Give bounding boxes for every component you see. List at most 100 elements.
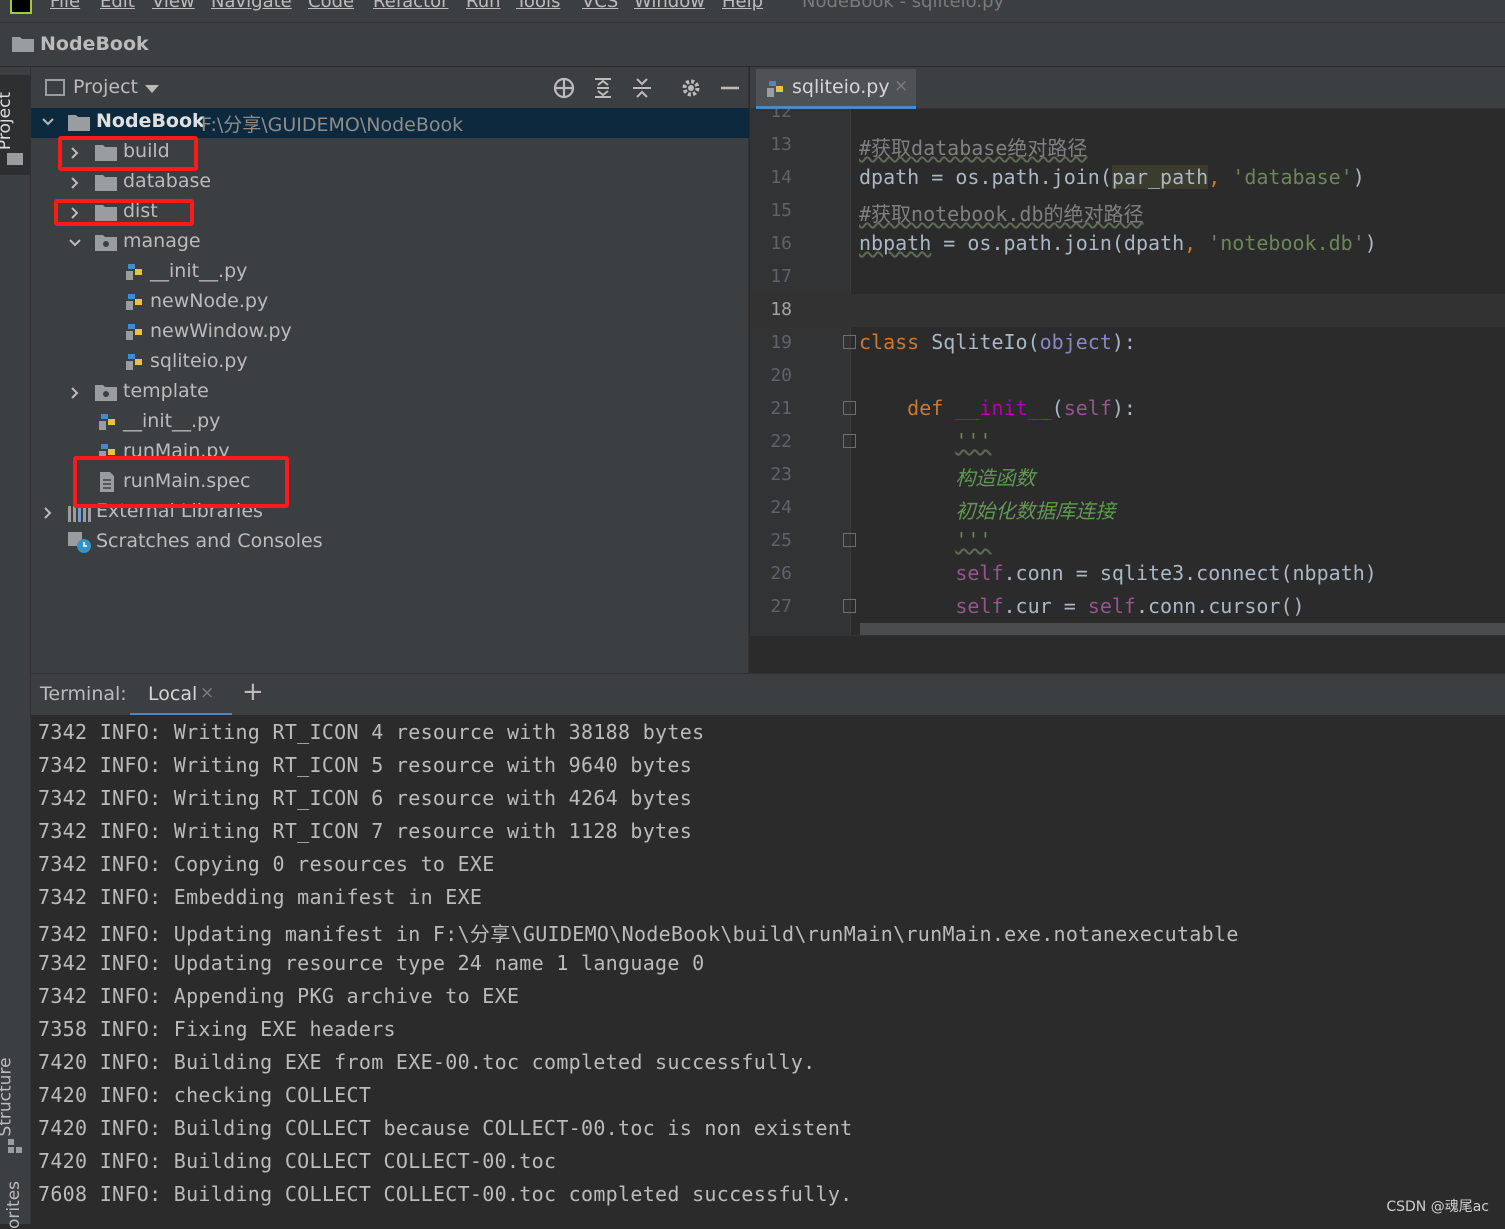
tool-window-project-tab[interactable]: Project [0,75,31,175]
annotation-box-dist [54,199,194,226]
terminal-line: 7342 INFO: Writing RT_ICON 4 resource wi… [38,720,705,744]
tree-item-manage-init[interactable]: __init__.py [31,258,749,288]
tree-item-scratches[interactable]: Scratches and Consoles [31,528,749,558]
chevron-down-icon[interactable] [41,115,55,129]
tree-item-label: database [123,170,212,192]
gear-icon[interactable] [679,76,703,100]
terminal-line: 7342 INFO: Updating manifest in F:\分享\GU… [38,922,1239,946]
package-folder-icon [95,235,117,251]
tool-window-project-label: Project [0,91,16,151]
tree-item-newnode[interactable]: newNode.py [31,288,749,318]
terminal-output[interactable]: 7342 INFO: Writing RT_ICON 4 resource wi… [31,715,1505,1224]
expand-all-icon[interactable] [591,76,615,100]
chevron-right-icon[interactable] [68,386,82,400]
collapse-all-icon[interactable] [630,76,654,100]
tree-item-label: NodeBook [96,110,205,132]
fold-marker-icon[interactable] [843,434,856,448]
pycharm-logo-icon [10,0,32,14]
fold-marker-icon[interactable] [843,599,856,613]
terminal-line: 7342 INFO: Writing RT_ICON 5 resource wi… [38,753,693,777]
library-icon [68,506,91,522]
line-number: 27 [770,596,792,617]
line-number: 17 [770,266,792,287]
python-file-icon [126,294,142,310]
code-line-25: ''' [955,528,992,552]
menu-run[interactable]: Run [466,0,501,12]
menu-help[interactable]: Help [722,0,763,12]
tree-item-manage[interactable]: manage [31,228,749,258]
menu-window[interactable]: Window [634,0,705,12]
code-line-22: ''' [955,429,992,453]
editor-horizontal-scrollbar[interactable] [860,623,1505,635]
chevron-right-icon[interactable] [68,176,82,190]
python-file-icon [126,354,142,370]
line-number: 19 [770,332,792,353]
code-line-14: dpath = os.path.join(par_path, 'database… [859,165,1365,189]
code-line-16: nbpath = os.path.join(dpath, 'notebook.d… [859,231,1377,255]
project-view-selector[interactable]: Project [73,76,138,98]
code-line-15: #获取notebook.db的绝对路径 [859,202,1144,226]
tree-item-newwindow[interactable]: newWindow.py [31,318,749,348]
terminal-tab-local[interactable]: Local × [130,674,232,716]
tree-item-template[interactable]: template [31,378,749,408]
line-number: 15 [770,200,792,221]
terminal-line: 7342 INFO: Updating resource type 24 nam… [38,951,705,975]
line-number: 12 [770,109,792,122]
menu-edit[interactable]: Edit [100,0,135,12]
line-number: 22 [770,431,792,452]
chevron-down-icon[interactable] [145,85,159,93]
code-line-19: class SqliteIo(object): [859,330,1136,354]
tool-window-favorites-tab[interactable]: orites [4,1181,24,1229]
python-file-icon [99,414,115,430]
locate-crosshair-icon[interactable] [552,76,576,100]
menu-code[interactable]: Code [308,0,354,12]
fold-marker-icon[interactable] [843,533,856,547]
add-terminal-button[interactable]: + [242,677,264,707]
line-number: 25 [770,530,792,551]
tree-item-label: Scratches and Consoles [96,530,323,552]
editor-tab-sqliteio[interactable]: sqliteio.py × [756,69,916,109]
menu-view[interactable]: View [152,0,195,12]
fold-marker-icon[interactable] [843,335,856,349]
fold-marker-icon[interactable] [843,401,856,415]
folder-icon [7,153,23,165]
tool-window-structure-tab[interactable]: Structure [0,1057,16,1136]
scratches-icon [68,532,91,553]
line-number: 24 [770,497,792,518]
code-line-23: 构造函数 [955,466,1036,490]
chevron-right-icon[interactable] [41,506,55,520]
tree-item-sqliteio[interactable]: sqliteio.py [31,348,749,378]
project-view-icon [45,79,65,96]
line-number: 14 [770,167,792,188]
terminal-header: Terminal: Local × + [31,673,1505,716]
terminal-line: 7420 INFO: checking COLLECT [38,1083,372,1107]
watermark: CSDN @魂尾ac [1386,1199,1489,1215]
menu-file[interactable]: File [50,0,80,12]
python-file-icon [767,81,783,97]
tree-item-root-init[interactable]: __init__.py [31,408,749,438]
menu-bar: File Edit View Navigate Code Refactor Ru… [0,0,1505,22]
editor-tab-bar: sqliteio.py × [750,67,1505,109]
line-number: 16 [770,233,792,254]
menu-refactor[interactable]: Refactor [373,0,449,12]
line-number: 20 [770,365,792,386]
code-editor[interactable]: 12 13 14 15 16 17 18 19 20 21 22 23 24 2… [750,109,1505,635]
line-number: 13 [770,134,792,155]
annotation-box-runmain-spec [73,456,289,508]
code-line-27: self.cur = self.conn.cursor() [955,594,1305,618]
tree-item-database[interactable]: database [31,168,749,198]
structure-icon [8,1139,22,1153]
breadcrumb-project[interactable]: NodeBook [40,33,149,55]
chevron-down-icon[interactable] [68,236,82,250]
editor-tab-label: sqliteio.py [792,76,890,98]
hide-panel-icon[interactable] [718,76,742,100]
close-icon[interactable]: × [894,76,908,96]
menu-vcs[interactable]: VCS [582,0,618,12]
terminal-line: 7420 INFO: Building COLLECT COLLECT-00.t… [38,1149,557,1173]
close-icon[interactable]: × [200,683,214,703]
tree-item-nodebook[interactable]: NodeBook F:\分享\GUIDEMO\NodeBook [31,108,749,138]
tree-item-label: __init__.py [123,410,221,432]
menu-tools[interactable]: Tools [516,0,560,12]
menu-navigate[interactable]: Navigate [211,0,292,12]
navigation-bar: NodeBook [0,22,1505,67]
